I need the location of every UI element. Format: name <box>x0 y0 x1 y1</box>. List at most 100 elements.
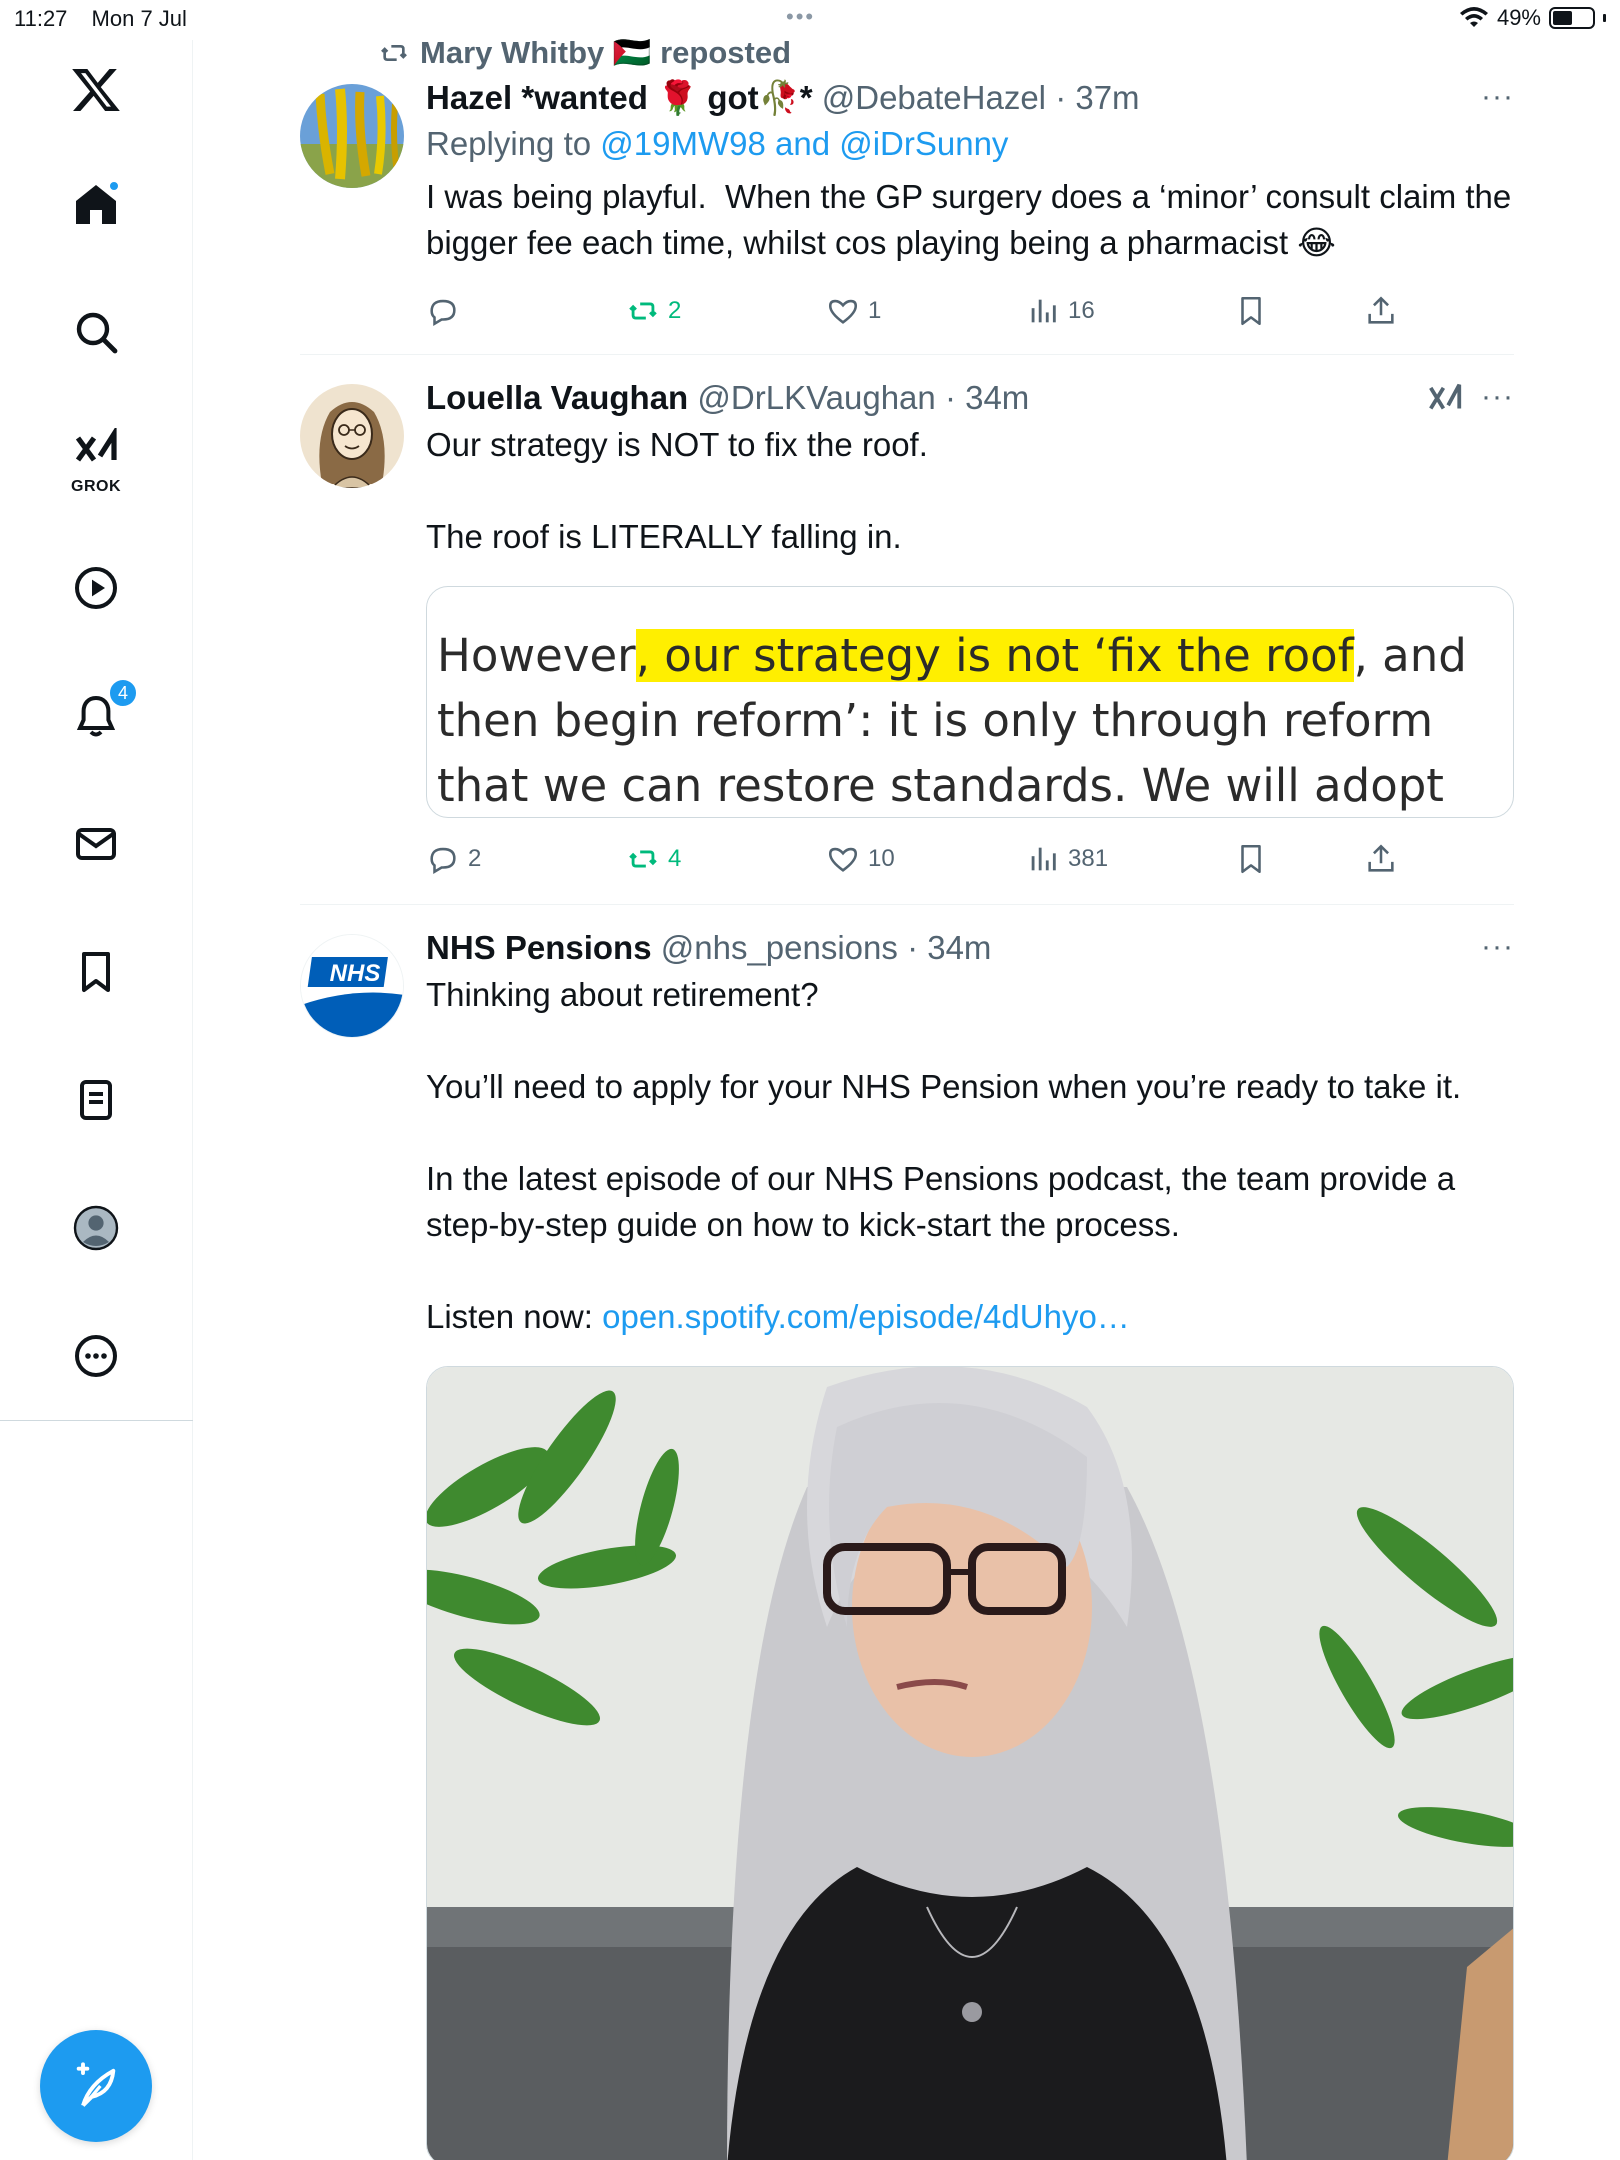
grok-icon[interactable] <box>64 420 128 484</box>
notifications-bell-icon[interactable]: 4 <box>64 678 138 748</box>
tweet-nhs-pensions[interactable]: NHS NHS Pensions @nhs_pensions · 34m ···… <box>300 906 1514 2160</box>
views-chart-icon <box>1031 299 1056 323</box>
quote-line-2: then begin reform’: it is only through r… <box>437 694 1434 747</box>
views-button[interactable]: 16 <box>1026 294 1095 328</box>
author-handle[interactable]: @DebateHazel <box>822 79 1046 116</box>
spotify-link[interactable]: open.spotify.com/episode/4dUhyo… <box>602 1298 1130 1335</box>
compose-post-button[interactable] <box>40 2030 152 2142</box>
quote-line-3: that we can restore standards. We will a… <box>437 759 1444 812</box>
tweet-text: Thinking about retirement? You’ll need t… <box>426 976 1462 1243</box>
tweet-separator <box>300 904 1514 905</box>
like-button[interactable]: 1 <box>826 294 881 328</box>
views-chart-icon <box>1031 847 1056 871</box>
video-play-icon[interactable] <box>64 556 128 620</box>
tweet-header: Hazel *wanted 🌹 got🥀* @DebateHazel · 37m <box>426 78 1514 118</box>
reply-button[interactable]: 2 <box>426 842 481 876</box>
like-count: 10 <box>868 845 895 872</box>
avatar-hazel[interactable] <box>300 84 404 188</box>
view-count: 16 <box>1068 297 1095 324</box>
tweet-header: Louella Vaughan @DrLKVaughan · 34m <box>426 378 1514 418</box>
tweet-body: Hazel *wanted 🌹 got🥀* @DebateHazel · 37m… <box>426 78 1514 266</box>
status-date: Mon 7 Jul <box>91 6 187 31</box>
tweet-body: NHS Pensions @nhs_pensions · 34m ··· Thi… <box>426 928 1514 1340</box>
more-menu-icon[interactable]: ··· <box>1481 380 1514 414</box>
sidebar-divider <box>0 1420 193 1421</box>
tweet-louella[interactable]: Louella Vaughan @DrLKVaughan · 34m ··· O… <box>300 356 1514 906</box>
more-menu-icon[interactable]: ··· <box>1481 930 1514 964</box>
replying-prefix: Replying to <box>426 125 601 162</box>
x-logo-icon[interactable] <box>64 58 128 122</box>
repost-count: 2 <box>668 297 682 324</box>
status-left: 11:27 Mon 7 Jul <box>14 6 205 32</box>
share-button[interactable] <box>1364 294 1398 328</box>
replying-to: Replying to @19MW98 and @iDrSunny <box>426 124 1514 164</box>
share-button[interactable] <box>1364 842 1398 876</box>
replying-to-links[interactable]: @19MW98 and @iDrSunny <box>600 125 1008 162</box>
quote-highlight: , our strategy is not ‘fix the roof <box>635 629 1354 682</box>
tweet-actions: 2 1 16 <box>426 294 1426 338</box>
messages-mail-icon[interactable] <box>64 812 128 876</box>
post-time[interactable]: · 37m <box>1055 79 1139 116</box>
tweet-text: Our strategy is NOT to fix the roof. The… <box>426 426 928 555</box>
repost-icon <box>629 302 657 320</box>
quote-line-1: However, our strategy is not ‘fix the ro… <box>437 623 1467 688</box>
reply-icon <box>430 847 456 875</box>
author-handle[interactable]: @nhs_pensions <box>661 929 898 966</box>
author-name[interactable]: Hazel *wanted 🌹 got🥀* <box>426 79 813 116</box>
sidebar: GROK 4 <box>0 40 193 2160</box>
repost-button[interactable]: 2 <box>626 294 681 328</box>
search-icon[interactable] <box>64 300 128 364</box>
bookmark-icon <box>1241 296 1261 326</box>
quoted-image-text: However, our strategy is not ‘fix the ro… <box>437 623 1467 817</box>
profile-avatar-icon[interactable] <box>64 1196 128 1260</box>
tweet-separator <box>300 354 1514 355</box>
compose-feather-icon <box>76 2062 116 2107</box>
author-name[interactable]: NHS Pensions <box>426 929 652 966</box>
repost-small-icon <box>381 44 407 61</box>
tweet-hazel[interactable]: Mary Whitby 🇵🇸 reposted Hazel *wanted 🌹 … <box>300 0 1514 356</box>
author-handle[interactable]: @DrLKVaughan <box>697 379 935 416</box>
quoted-image-card[interactable]: However, our strategy is not ‘fix the ro… <box>426 586 1514 818</box>
notification-badge: 4 <box>108 678 138 708</box>
video-media-card[interactable] <box>426 1366 1514 2160</box>
repost-button[interactable]: 4 <box>626 842 681 876</box>
home-icon[interactable] <box>64 172 128 236</box>
share-upload-icon <box>1368 296 1394 324</box>
listen-prefix: Listen now: <box>426 1298 603 1335</box>
grok-explain-icon[interactable] <box>1426 380 1464 418</box>
tweet-header: NHS Pensions @nhs_pensions · 34m <box>426 928 1514 968</box>
heart-icon <box>828 299 858 324</box>
more-options-icon[interactable] <box>64 1324 128 1388</box>
tweet-actions: 2 4 10 381 <box>426 842 1426 886</box>
avatar-nhs-pensions[interactable]: NHS <box>300 934 404 1038</box>
more-menu-icon[interactable]: ··· <box>1481 80 1514 114</box>
grok-label: GROK <box>71 478 121 495</box>
lists-icon[interactable] <box>64 1068 128 1132</box>
quote-line-1-post: , and <box>1353 629 1467 682</box>
status-time: 11:27 <box>14 6 68 31</box>
heart-icon <box>828 847 858 872</box>
bookmarks-icon[interactable] <box>64 940 128 1004</box>
tweet-text: I was being playful. When the GP surgery… <box>426 178 1521 261</box>
reply-icon <box>430 299 456 327</box>
quote-line-1-pre: However <box>437 629 636 682</box>
like-count: 1 <box>868 297 882 324</box>
tweet-text-block: Thinking about retirement? You’ll need t… <box>426 972 1514 1340</box>
avatar-louella[interactable] <box>300 384 404 488</box>
repost-by-text: Mary Whitby 🇵🇸 reposted <box>420 35 792 70</box>
views-button[interactable]: 381 <box>1026 842 1108 876</box>
bookmark-button[interactable] <box>1234 294 1268 328</box>
post-time[interactable]: · 34m <box>945 379 1029 416</box>
bookmark-icon <box>1241 844 1261 874</box>
reply-count: 2 <box>468 845 482 872</box>
reply-button[interactable] <box>426 294 468 328</box>
battery-icon <box>1549 7 1595 29</box>
view-count: 381 <box>1068 845 1109 872</box>
repost-count: 4 <box>668 845 682 872</box>
author-name[interactable]: Louella Vaughan <box>426 379 688 416</box>
like-button[interactable]: 10 <box>826 842 895 876</box>
repost-icon <box>629 850 657 868</box>
home-unread-dot <box>108 180 120 192</box>
bookmark-button[interactable] <box>1234 842 1268 876</box>
post-time[interactable]: · 34m <box>907 929 991 966</box>
